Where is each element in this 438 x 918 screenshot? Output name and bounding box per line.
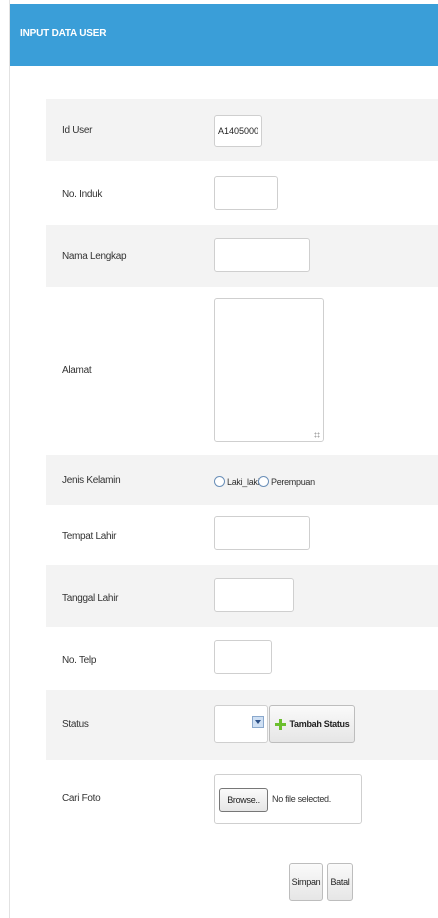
file-status-text: No file selected. [272, 794, 331, 804]
chevron-down-icon[interactable] [252, 716, 264, 728]
file-input[interactable]: Browse.. No file selected. [214, 774, 362, 824]
resize-grip-icon[interactable] [314, 432, 320, 438]
nama-lengkap-label: Nama Lengkap [62, 251, 127, 262]
id-user-input[interactable] [214, 115, 262, 147]
radio-laki-laki[interactable] [214, 476, 225, 487]
id-user-label: Id User [62, 125, 93, 136]
left-frame [0, 0, 10, 918]
simpan-label: Simpan [291, 877, 321, 887]
no-telp-input[interactable] [214, 640, 272, 674]
tempat-lahir-label: Tempat Lahir [62, 531, 117, 542]
batal-label: Batal [330, 877, 350, 887]
radio-laki-laki-label: Laki_laki [227, 477, 260, 487]
page-title: INPUT DATA USER [20, 28, 107, 39]
tambah-status-button[interactable]: Tambah Status [269, 705, 355, 743]
no-induk-input[interactable] [214, 176, 278, 210]
status-select[interactable] [214, 705, 268, 743]
radio-perempuan[interactable] [258, 476, 269, 487]
status-label: Status [62, 719, 89, 730]
no-induk-label: No. Induk [62, 189, 103, 200]
alamat-textarea[interactable] [214, 298, 324, 442]
tanggal-lahir-label: Tanggal Lahir [62, 593, 119, 604]
alamat-label: Alamat [62, 365, 92, 376]
browse-button[interactable]: Browse.. [219, 788, 268, 812]
jenis-kelamin-label: Jenis Kelamin [62, 475, 121, 486]
simpan-button[interactable]: Simpan [289, 863, 323, 901]
tempat-lahir-input[interactable] [214, 516, 310, 550]
tambah-status-label: Tambah Status [289, 719, 350, 729]
batal-button[interactable]: Batal [327, 863, 353, 901]
cari-foto-label: Cari Foto [62, 793, 101, 804]
no-telp-label: No. Telp [62, 655, 97, 666]
panel-header: INPUT DATA USER [10, 4, 438, 66]
nama-lengkap-input[interactable] [214, 238, 310, 272]
tanggal-lahir-input[interactable] [214, 578, 294, 612]
plus-icon [274, 718, 286, 730]
radio-perempuan-label: Perempuan [271, 477, 315, 487]
browse-button-label: Browse.. [227, 795, 260, 805]
